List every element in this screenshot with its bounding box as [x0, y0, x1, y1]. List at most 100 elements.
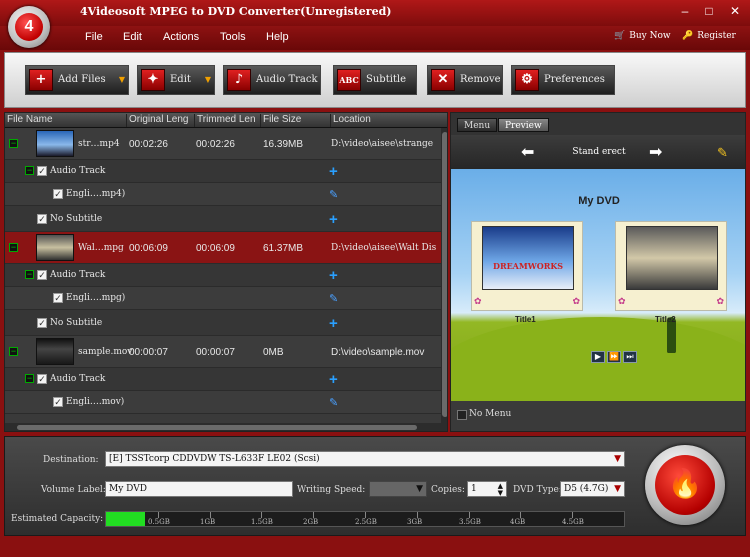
- pencil-icon[interactable]: ✎: [329, 293, 338, 305]
- audio-item-row[interactable]: ✓ Engli….mp4) ✎: [5, 183, 441, 206]
- file-row[interactable]: − str…mp4 00:02:26 00:02:26 16.39MB D:\v…: [5, 128, 441, 160]
- audio-track-row[interactable]: − ✓ Audio Track +: [5, 264, 441, 287]
- collapse-toggle[interactable]: −: [9, 139, 18, 148]
- subtitle-checkbox[interactable]: ✓: [37, 214, 47, 224]
- close-button[interactable]: ✕: [726, 3, 744, 19]
- vertical-scroll-thumb[interactable]: [442, 132, 447, 417]
- volume-label-input[interactable]: My DVD: [105, 481, 293, 497]
- file-location: D:\video\aisee\Walt Dis: [331, 243, 437, 253]
- file-location: D:\video\sample.mov: [331, 347, 425, 358]
- menu-help[interactable]: Help: [266, 31, 289, 43]
- file-location: D:\video\aisee\strange: [331, 139, 434, 149]
- minimize-button[interactable]: –: [676, 3, 694, 19]
- collapse-toggle[interactable]: −: [9, 347, 18, 356]
- horizontal-scrollbar[interactable]: [5, 423, 441, 431]
- chevron-down-icon[interactable]: ▼: [119, 66, 125, 94]
- audio-item-checkbox[interactable]: ✓: [53, 397, 63, 407]
- key-icon: 🔑: [682, 31, 694, 41]
- collapse-toggle[interactable]: −: [25, 270, 34, 279]
- dvd-type-select[interactable]: D5 (4.7G) ▼: [560, 481, 625, 497]
- audio-checkbox[interactable]: ✓: [37, 166, 47, 176]
- add-audio-icon[interactable]: +: [329, 164, 338, 179]
- stepper-arrows-icon[interactable]: ▲ ▼: [498, 483, 503, 497]
- preferences-button[interactable]: ⚙ Preferences: [511, 65, 615, 95]
- fast-forward-icon[interactable]: ⏩: [607, 351, 621, 363]
- menu-edit[interactable]: Edit: [123, 31, 142, 43]
- arrow-right-icon[interactable]: ➡: [649, 142, 662, 162]
- play-icon[interactable]: ▶: [591, 351, 605, 363]
- collapse-toggle[interactable]: −: [25, 166, 34, 175]
- title1-thumbnail-card[interactable]: DREAMWORKS ✿ ✿: [471, 221, 583, 311]
- video-thumbnail: [36, 338, 74, 365]
- vertical-scrollbar[interactable]: [441, 128, 447, 431]
- audio-checkbox[interactable]: ✓: [37, 374, 47, 384]
- collapse-toggle[interactable]: −: [25, 374, 34, 383]
- add-subtitle-icon[interactable]: +: [329, 316, 338, 331]
- no-menu-checkbox[interactable]: [457, 410, 467, 420]
- menu-actions[interactable]: Actions: [163, 31, 199, 43]
- destination-select[interactable]: [E] TSSTcorp CDDVDW TS-L633F LE02 (Scsi)…: [105, 451, 625, 467]
- tab-menu[interactable]: Menu: [457, 118, 498, 132]
- writing-speed-select[interactable]: ▼: [369, 481, 427, 497]
- title1-image: DREAMWORKS: [482, 226, 574, 290]
- next-icon[interactable]: ⏭: [623, 351, 637, 363]
- audio-item-row[interactable]: ✓ Engli….mov) ✎: [5, 391, 441, 414]
- title2-thumbnail-card[interactable]: ✿ ✿: [615, 221, 727, 311]
- copies-stepper[interactable]: 1 ▲ ▼: [467, 481, 507, 497]
- audio-track-label: Audio Track: [50, 166, 106, 176]
- chevron-down-icon[interactable]: ▼: [614, 482, 621, 496]
- toolbar: + Add Files ▼ ✦ Edit ▼ ♪ Audio Track ABC…: [4, 52, 746, 108]
- add-audio-icon[interactable]: +: [329, 268, 338, 283]
- edit-button[interactable]: ✦ Edit ▼: [137, 65, 215, 95]
- estimated-capacity-label: Estimated Capacity:: [11, 514, 104, 524]
- file-row[interactable]: − sample.mov 00:00:07 00:00:07 0MB D:\vi…: [5, 336, 441, 368]
- subtitle-label: No Subtitle: [50, 214, 103, 224]
- subtitle-checkbox[interactable]: ✓: [37, 318, 47, 328]
- audio-item-row[interactable]: ✓ Engli….mpg) ✎: [5, 287, 441, 310]
- col-location[interactable]: Location: [333, 114, 441, 127]
- app-window: 4Videosoft MPEG to DVD Converter(Unregis…: [0, 0, 750, 557]
- burn-button[interactable]: 🔥: [645, 445, 725, 525]
- edit-menu-icon[interactable]: ✎: [717, 145, 728, 161]
- subtitle-row[interactable]: ✓ No Subtitle +: [5, 206, 441, 232]
- add-audio-icon[interactable]: +: [329, 372, 338, 387]
- menu-file[interactable]: File: [85, 31, 103, 43]
- window-title: 4Videosoft MPEG to DVD Converter(Unregis…: [80, 5, 392, 18]
- col-trimmed-length[interactable]: Trimmed Len: [197, 114, 261, 127]
- pencil-icon[interactable]: ✎: [329, 189, 338, 201]
- subtitle-icon: ABC: [337, 69, 361, 91]
- audio-track-row[interactable]: − ✓ Audio Track +: [5, 160, 441, 183]
- audio-checkbox[interactable]: ✓: [37, 270, 47, 280]
- horizontal-scroll-thumb[interactable]: [17, 425, 417, 430]
- audio-track-button[interactable]: ♪ Audio Track: [223, 65, 321, 95]
- remove-button[interactable]: ✕ Remove: [427, 65, 503, 95]
- subtitle-row[interactable]: ✓ No Subtitle +: [5, 310, 441, 336]
- file-list[interactable]: File Name Original Leng Trimmed Len File…: [4, 112, 448, 432]
- chevron-down-icon[interactable]: ▼: [416, 482, 423, 496]
- tab-preview[interactable]: Preview: [498, 118, 549, 132]
- buy-now-link[interactable]: 🛒 Buy Now: [614, 31, 671, 41]
- file-row-selected[interactable]: − Wal…mpg 00:06:09 00:06:09 61.37MB D:\v…: [5, 232, 441, 264]
- audio-item-name: Engli….mpg): [66, 293, 126, 303]
- add-files-button[interactable]: + Add Files ▼: [25, 65, 129, 95]
- audio-track-row[interactable]: − ✓ Audio Track +: [5, 368, 441, 391]
- file-size: 0MB: [263, 347, 284, 358]
- title2-image: [626, 226, 718, 290]
- capacity-tick-label: 1.5GB: [251, 518, 273, 526]
- menu-tools[interactable]: Tools: [220, 31, 246, 43]
- col-file-size[interactable]: File Size: [263, 114, 331, 127]
- subtitle-button[interactable]: ABC Subtitle: [333, 65, 417, 95]
- no-menu-option[interactable]: No Menu: [451, 401, 745, 431]
- audio-item-checkbox[interactable]: ✓: [53, 189, 63, 199]
- collapse-toggle[interactable]: −: [9, 243, 18, 252]
- register-link[interactable]: 🔑 Register: [682, 31, 736, 41]
- chevron-down-icon[interactable]: ▼: [614, 452, 621, 466]
- pencil-icon[interactable]: ✎: [329, 397, 338, 409]
- chevron-down-icon[interactable]: ▼: [205, 66, 211, 94]
- col-file-name[interactable]: File Name: [7, 114, 127, 127]
- audio-item-checkbox[interactable]: ✓: [53, 293, 63, 303]
- maximize-button[interactable]: □: [700, 3, 718, 19]
- menu-nav-bar: ⬅ Stand erect ➡ ✎: [451, 135, 745, 169]
- add-subtitle-icon[interactable]: +: [329, 212, 338, 227]
- col-original-length[interactable]: Original Leng: [129, 114, 195, 127]
